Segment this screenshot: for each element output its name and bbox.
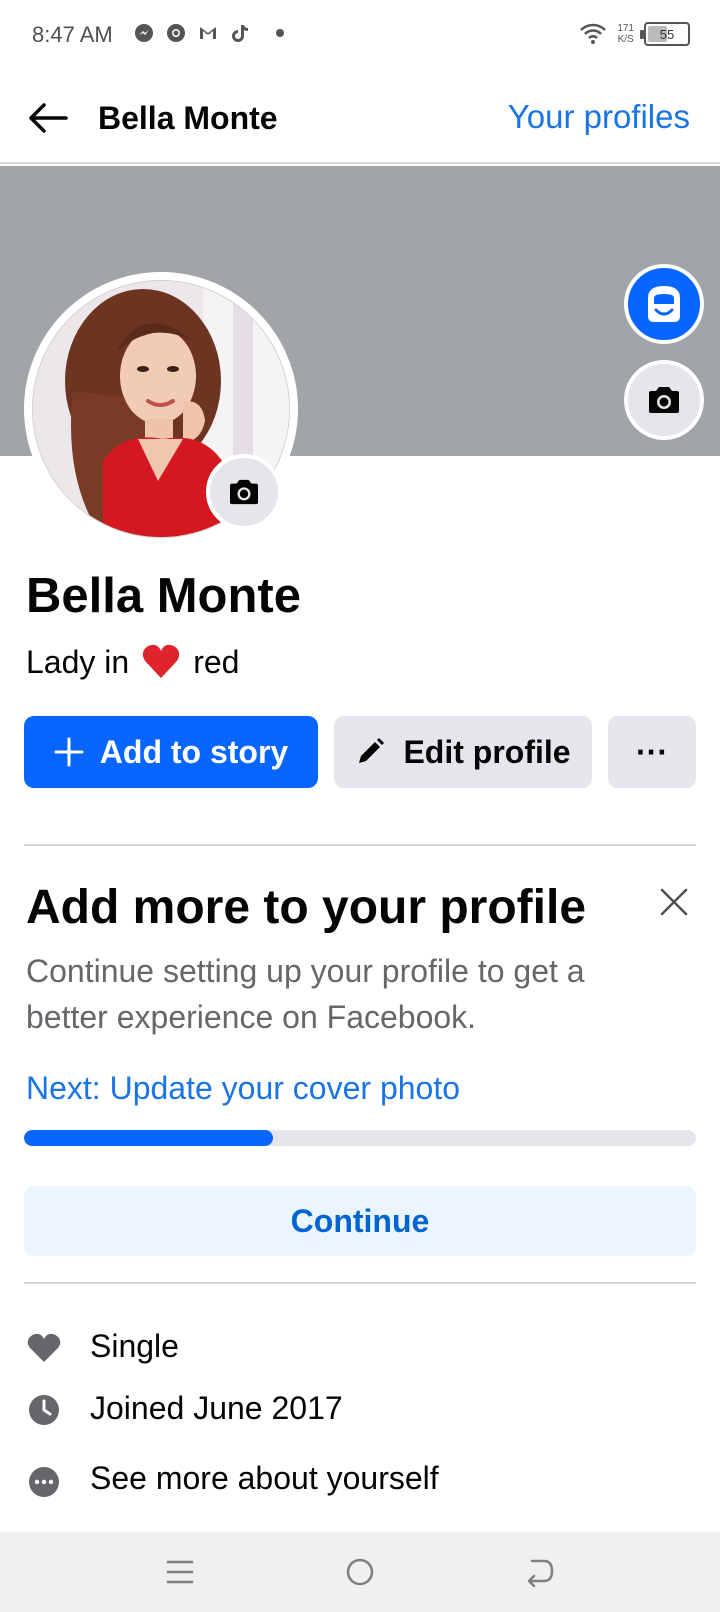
messenger-icon (135, 24, 153, 42)
header-title: Bella Monte (98, 100, 278, 136)
more-options-label: ··· (636, 733, 668, 770)
back-arrow-icon (29, 103, 68, 133)
continue-label: Continue (290, 1202, 430, 1239)
avatar-icon (648, 286, 680, 322)
bio-text-end: red (193, 643, 240, 680)
your-profiles-link[interactable]: Your profiles (508, 98, 690, 136)
add-more-title: Add more to your profile (26, 881, 587, 934)
profile-name: Bella Monte (26, 569, 301, 623)
profile-progress-bar (24, 1130, 696, 1146)
gmail-icon (200, 27, 216, 39)
continue-button[interactable]: Continue (24, 1186, 696, 1256)
more-notifications-dot (276, 29, 284, 37)
info-see-more[interactable]: See more about yourself (26, 1460, 439, 1500)
clock-icon (26, 1392, 62, 1428)
back-nav-icon (527, 1559, 554, 1587)
pencil-icon (359, 738, 385, 763)
status-time: 8:47 AM (32, 22, 113, 47)
close-button[interactable] (652, 880, 696, 924)
edit-profile-button[interactable]: Edit profile (334, 716, 592, 788)
camera-icon (230, 479, 258, 505)
edit-profile-label: Edit profile (403, 733, 571, 770)
bio-text-start: Lady in (26, 643, 130, 680)
back-nav-button[interactable] (518, 1550, 562, 1594)
add-to-story-label: Add to story (99, 733, 289, 770)
section-divider (24, 1282, 696, 1284)
profile-progress-fill (24, 1130, 273, 1146)
wifi-icon (580, 23, 607, 44)
camera-icon (649, 387, 679, 413)
network-speed: 171 K/S (617, 23, 634, 45)
battery-level: 55 (659, 26, 675, 42)
info-joined: Joined June 2017 (26, 1390, 343, 1428)
plus-icon (54, 737, 84, 767)
info-relationship: Single (26, 1328, 179, 1366)
menu-icon (166, 1560, 194, 1584)
profile-bio: Lady in red (26, 642, 239, 682)
chrome-icon (167, 24, 185, 42)
network-speed-unit: K/S (617, 34, 634, 45)
close-icon (660, 888, 688, 916)
home-circle-icon (346, 1558, 374, 1586)
red-heart-icon (143, 644, 180, 678)
recent-apps-button[interactable] (158, 1550, 202, 1594)
profile-picture-camera-button[interactable] (206, 454, 282, 530)
avatar-button[interactable] (624, 264, 704, 344)
system-navigation-bar (0, 1532, 720, 1612)
add-to-story-button[interactable]: Add to story (24, 716, 318, 788)
status-bar: 8:47 AM 171 K/S 55 (0, 0, 720, 72)
cover-camera-button[interactable] (624, 360, 704, 440)
back-button[interactable] (24, 94, 72, 142)
status-right: 171 K/S 55 (579, 22, 690, 46)
joined-text: Joined June 2017 (90, 1390, 343, 1426)
tiktok-icon (232, 25, 248, 42)
relationship-text: Single (90, 1328, 179, 1364)
app-header: Bella Monte Your profiles (0, 72, 720, 164)
add-more-description: Continue setting up your profile to get … (26, 953, 585, 1035)
more-options-button[interactable]: ··· (608, 716, 696, 788)
network-speed-value: 171 (617, 23, 634, 34)
battery-indicator: 55 (640, 22, 690, 46)
battery-nub (640, 30, 644, 39)
home-button[interactable] (338, 1550, 382, 1594)
see-more-text[interactable]: See more about yourself (90, 1460, 439, 1497)
section-divider (24, 844, 696, 846)
next-step-link[interactable]: Next: Update your cover photo (26, 1070, 460, 1107)
notification-icons (134, 23, 284, 43)
heart-icon (26, 1330, 62, 1366)
more-dots-icon (26, 1464, 62, 1500)
